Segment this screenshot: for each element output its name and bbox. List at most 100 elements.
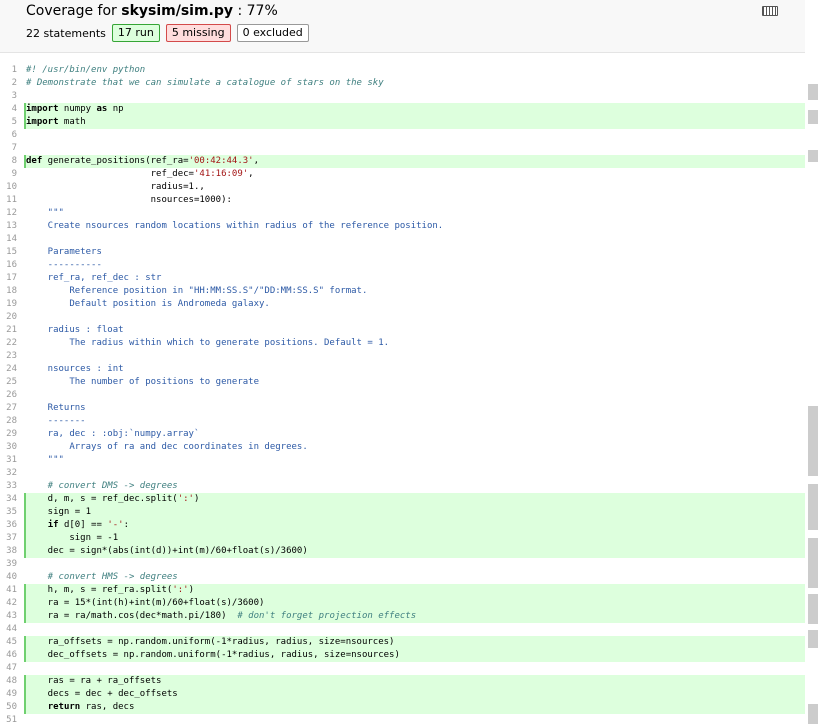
line-number[interactable]: 19	[0, 298, 17, 311]
line-number[interactable]: 26	[0, 389, 17, 402]
source-line: 1 #! /usr/bin/env python	[0, 64, 805, 77]
line-number[interactable]: 18	[0, 285, 17, 298]
page-title: Coverage for skysim/sim.py : 77%	[26, 3, 278, 19]
source-line: 50 return ras, decs	[0, 701, 805, 714]
line-number[interactable]: 12	[0, 207, 17, 220]
run-toggle-button[interactable]: 17 run	[111, 24, 160, 42]
source-line: 43 ra = ra/math.cos(dec*math.pi/180) # d…	[0, 610, 805, 623]
missing-toggle-button[interactable]: 5 missing	[165, 24, 231, 42]
file-name: skysim/sim.py	[121, 3, 234, 19]
line-number[interactable]: 44	[0, 623, 17, 636]
line-number[interactable]: 32	[0, 467, 17, 480]
line-number[interactable]: 48	[0, 675, 17, 688]
line-number[interactable]: 17	[0, 272, 17, 285]
source-line: 29 ra, dec : :obj:`numpy.array`	[0, 428, 805, 441]
line-code: radius=1.,	[26, 182, 205, 192]
line-number[interactable]: 41	[0, 584, 17, 597]
line-number[interactable]: 24	[0, 363, 17, 376]
coverage-scroll-markers[interactable]	[806, 64, 818, 724]
line-number[interactable]: 23	[0, 350, 17, 363]
source-line: 47	[0, 662, 805, 675]
line-number[interactable]: 36	[0, 519, 17, 532]
source-line: 18 Reference position in "HH:MM:SS.S"/"D…	[0, 285, 805, 298]
excluded-toggle-button[interactable]: 0 excluded	[236, 24, 309, 42]
line-number[interactable]: 15	[0, 246, 17, 259]
line-number[interactable]: 21	[0, 324, 17, 337]
line-number[interactable]: 8	[0, 155, 17, 168]
line-number[interactable]: 33	[0, 480, 17, 493]
line-number[interactable]: 40	[0, 571, 17, 584]
line-number[interactable]: 25	[0, 376, 17, 389]
source-line: 19 Default position is Andromeda galaxy.	[0, 298, 805, 311]
source-line: 16 ----------	[0, 259, 805, 272]
line-number[interactable]: 28	[0, 415, 17, 428]
line-number[interactable]: 10	[0, 181, 17, 194]
source-line: 7	[0, 142, 805, 155]
line-number[interactable]: 11	[0, 194, 17, 207]
line-code: ra = ra/math.cos(dec*math.pi/180) # don'…	[24, 610, 805, 623]
line-number[interactable]: 43	[0, 610, 17, 623]
coverage-header: Coverage for skysim/sim.py : 77% 22 stat…	[0, 0, 805, 53]
line-code: ref_dec='41:16:09',	[26, 169, 254, 179]
source-line: 6	[0, 129, 805, 142]
line-code: """	[26, 208, 64, 218]
line-code: Arrays of ra and dec coordinates in degr…	[26, 442, 308, 452]
line-number[interactable]: 31	[0, 454, 17, 467]
line-number[interactable]: 49	[0, 688, 17, 701]
line-number[interactable]: 51	[0, 714, 17, 727]
line-code: import numpy as np	[24, 103, 805, 116]
line-number[interactable]: 5	[0, 116, 17, 129]
line-number[interactable]: 39	[0, 558, 17, 571]
keyboard-icon[interactable]	[762, 6, 778, 16]
line-number[interactable]: 27	[0, 402, 17, 415]
line-number[interactable]: 14	[0, 233, 17, 246]
line-number[interactable]: 29	[0, 428, 17, 441]
source-line: 51	[0, 714, 805, 727]
line-code: The number of positions to generate	[26, 377, 259, 387]
line-number[interactable]: 6	[0, 129, 17, 142]
line-code: # convert DMS -> degrees	[26, 481, 178, 491]
line-number[interactable]: 7	[0, 142, 17, 155]
line-number[interactable]: 45	[0, 636, 17, 649]
source-line: 46 dec_offsets = np.random.uniform(-1*ra…	[0, 649, 805, 662]
line-number[interactable]: 30	[0, 441, 17, 454]
line-number[interactable]: 35	[0, 506, 17, 519]
source-line: 21 radius : float	[0, 324, 805, 337]
source-line: 48 ras = ra + ra_offsets	[0, 675, 805, 688]
scroll-marker	[808, 704, 818, 724]
line-number[interactable]: 34	[0, 493, 17, 506]
source-line: 42 ra = 15*(int(h)+int(m)/60+float(s)/36…	[0, 597, 805, 610]
line-number[interactable]: 16	[0, 259, 17, 272]
line-number[interactable]: 22	[0, 337, 17, 350]
coverage-stats: 22 statements 17 run 5 missing 0 exclude…	[26, 24, 309, 42]
line-code: return ras, decs	[24, 701, 805, 714]
line-number[interactable]: 38	[0, 545, 17, 558]
line-number[interactable]: 47	[0, 662, 17, 675]
line-number[interactable]: 3	[0, 90, 17, 103]
scroll-marker	[808, 150, 818, 162]
line-number[interactable]: 1	[0, 64, 17, 77]
line-code: dec = sign*(abs(int(d))+int(m)/60+float(…	[24, 545, 805, 558]
scroll-marker	[808, 110, 818, 124]
line-number[interactable]: 42	[0, 597, 17, 610]
scroll-marker	[808, 84, 818, 100]
source-line: 2 # Demonstrate that we can simulate a ca…	[0, 77, 805, 90]
line-number[interactable]: 20	[0, 311, 17, 324]
scroll-marker	[808, 630, 818, 648]
line-number[interactable]: 4	[0, 103, 17, 116]
line-number[interactable]: 13	[0, 220, 17, 233]
line-number[interactable]: 9	[0, 168, 17, 181]
source-line: 24 nsources : int	[0, 363, 805, 376]
line-number[interactable]: 50	[0, 701, 17, 714]
line-number[interactable]: 46	[0, 649, 17, 662]
source-line: 15 Parameters	[0, 246, 805, 259]
source-line: 22 The radius within which to generate p…	[0, 337, 805, 350]
line-number[interactable]: 2	[0, 77, 17, 90]
line-number[interactable]: 37	[0, 532, 17, 545]
source-line: 4 import numpy as np	[0, 103, 805, 116]
